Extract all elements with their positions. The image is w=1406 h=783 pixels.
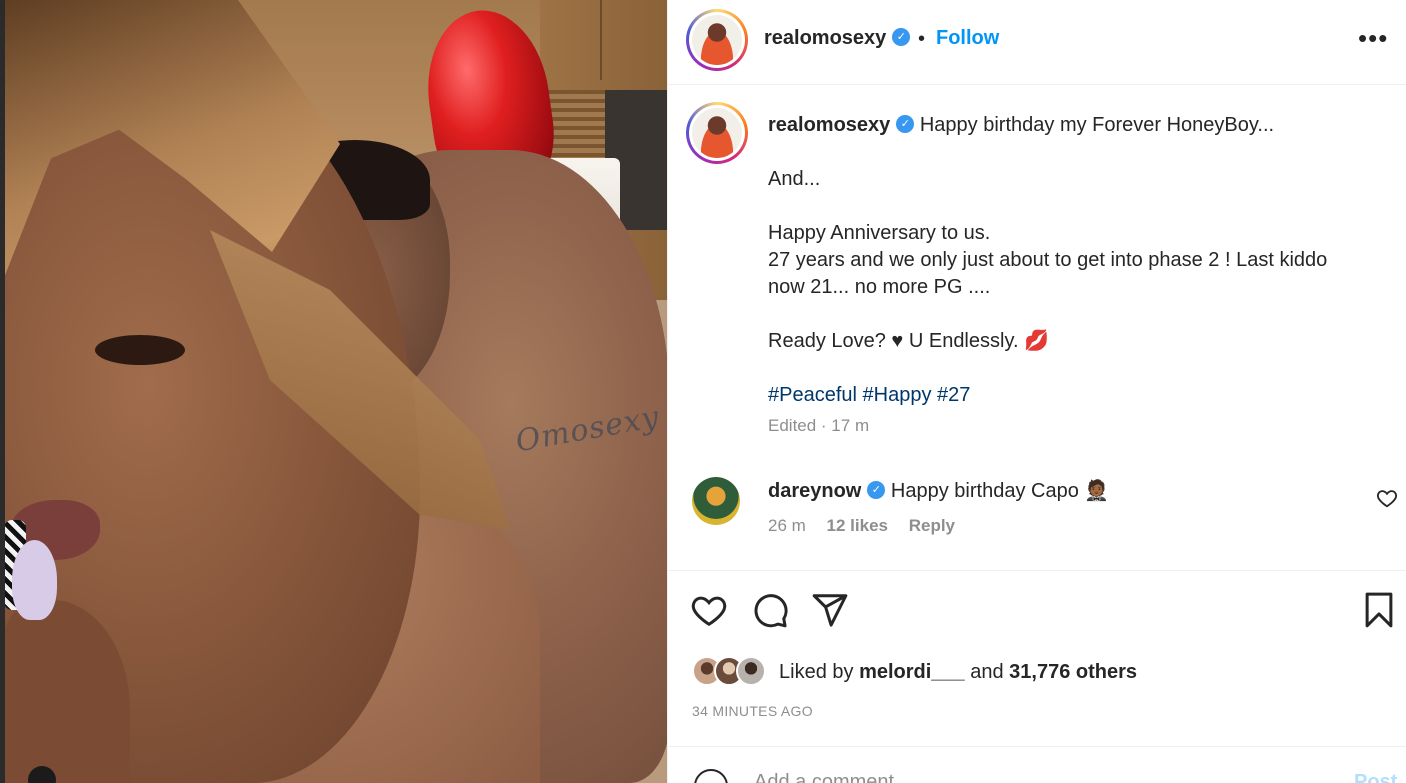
author-username-text[interactable]: realomosexy xyxy=(764,27,886,49)
comment-reply-button[interactable]: Reply xyxy=(909,516,955,535)
liked-by-prefix: Liked by xyxy=(779,661,854,683)
caption-line xyxy=(768,301,1388,328)
add-comment-input[interactable]: Add a comment... xyxy=(754,771,911,783)
commenter-avatar[interactable] xyxy=(692,477,740,525)
author-username[interactable]: realomosexy ✓ xyxy=(764,27,911,50)
comment-icon[interactable] xyxy=(751,591,789,629)
caption-author-avatar[interactable] xyxy=(686,102,748,164)
instagram-post-view: Omosexy realomosexy ✓ • Follow ••• realo… xyxy=(0,0,1406,783)
avatar-ring-gap xyxy=(689,105,745,161)
caption-line xyxy=(768,193,1388,220)
comment-time: 26 m xyxy=(768,516,806,535)
liker-avatar[interactable] xyxy=(736,656,766,686)
avatar-image xyxy=(692,108,742,158)
caption-username[interactable]: realomosexy xyxy=(768,114,890,136)
caption-edited-time: Edited · 17 m xyxy=(768,416,870,435)
bookmark-icon[interactable] xyxy=(1360,591,1398,629)
post-actions: Liked by melordi___ and 31,776 others 34… xyxy=(668,570,1406,746)
post-header: realomosexy ✓ • Follow ••• xyxy=(668,0,1406,85)
avatar-image xyxy=(692,15,742,65)
more-options-icon[interactable]: ••• xyxy=(1358,23,1388,54)
photo-cabinet-line xyxy=(600,0,602,80)
share-icon[interactable] xyxy=(811,591,849,629)
add-comment-bar: Add a comment... Post xyxy=(668,746,1406,783)
caption-line: now 21... no more PG .... xyxy=(768,276,991,298)
post-photo[interactable]: Omosexy xyxy=(0,0,667,783)
follow-button[interactable]: Follow xyxy=(936,27,999,50)
caption-hashtags[interactable]: #Peaceful #Happy #27 xyxy=(768,382,1388,409)
comment-likes[interactable]: 12 likes xyxy=(827,516,888,535)
liked-by-text: Liked by melordi___ and 31,776 others xyxy=(779,661,1137,684)
heart-icon[interactable] xyxy=(690,591,728,629)
caption-line xyxy=(768,355,1388,382)
caption-line: realomosexy ✓ Happy birthday my Forever H… xyxy=(768,112,1388,139)
comment-body: Happy birthday Capo 🤵🏾 xyxy=(890,480,1110,502)
verified-badge-icon: ✓ xyxy=(892,27,911,46)
comment-meta: 26 m 12 likes Reply xyxy=(768,516,971,536)
caption-section: realomosexy ✓ Happy birthday my Forever H… xyxy=(668,86,1406,570)
photo-eye xyxy=(95,335,185,365)
commenter-username[interactable]: dareynow xyxy=(768,480,861,502)
photo-fingernail xyxy=(12,540,57,620)
post-details-panel: realomosexy ✓ • Follow ••• realomosexy ✓ H… xyxy=(667,0,1406,783)
photo-left-edge xyxy=(0,0,5,783)
post-comment-button[interactable]: Post xyxy=(1354,771,1397,783)
caption-text: realomosexy ✓ Happy birthday my Forever H… xyxy=(768,112,1388,409)
emoji-icon[interactable] xyxy=(694,769,728,783)
caption-line: 27 years and we only just about to get i… xyxy=(768,249,1328,271)
header-separator: • xyxy=(918,28,926,50)
comment-item: dareynow ✓ Happy birthday Capo 🤵🏾 26 m 12… xyxy=(668,474,1406,554)
caption-line: Ready Love? ♥ U Endlessly. 💋 xyxy=(768,330,1049,352)
liked-by-user[interactable]: melordi___ xyxy=(859,661,965,683)
liked-by-and: and xyxy=(970,661,1004,683)
verified-badge-icon: ✓ xyxy=(867,480,886,499)
caption-line: And... xyxy=(768,168,821,190)
comment-text: dareynow ✓ Happy birthday Capo 🤵🏾 xyxy=(768,478,1109,503)
author-avatar[interactable] xyxy=(686,9,748,71)
post-timestamp[interactable]: 34 MINUTES AGO xyxy=(692,703,813,719)
caption-line: Happy Anniversary to us. xyxy=(768,222,991,244)
avatar-ring-gap xyxy=(689,12,745,68)
caption-first-line: Happy birthday my Forever HoneyBoy... xyxy=(919,114,1275,136)
liked-by-others[interactable]: 31,776 others xyxy=(1009,661,1137,683)
comment-like-heart-icon[interactable] xyxy=(1376,487,1398,509)
caption-line xyxy=(768,139,1388,166)
verified-badge-icon: ✓ xyxy=(896,114,915,133)
